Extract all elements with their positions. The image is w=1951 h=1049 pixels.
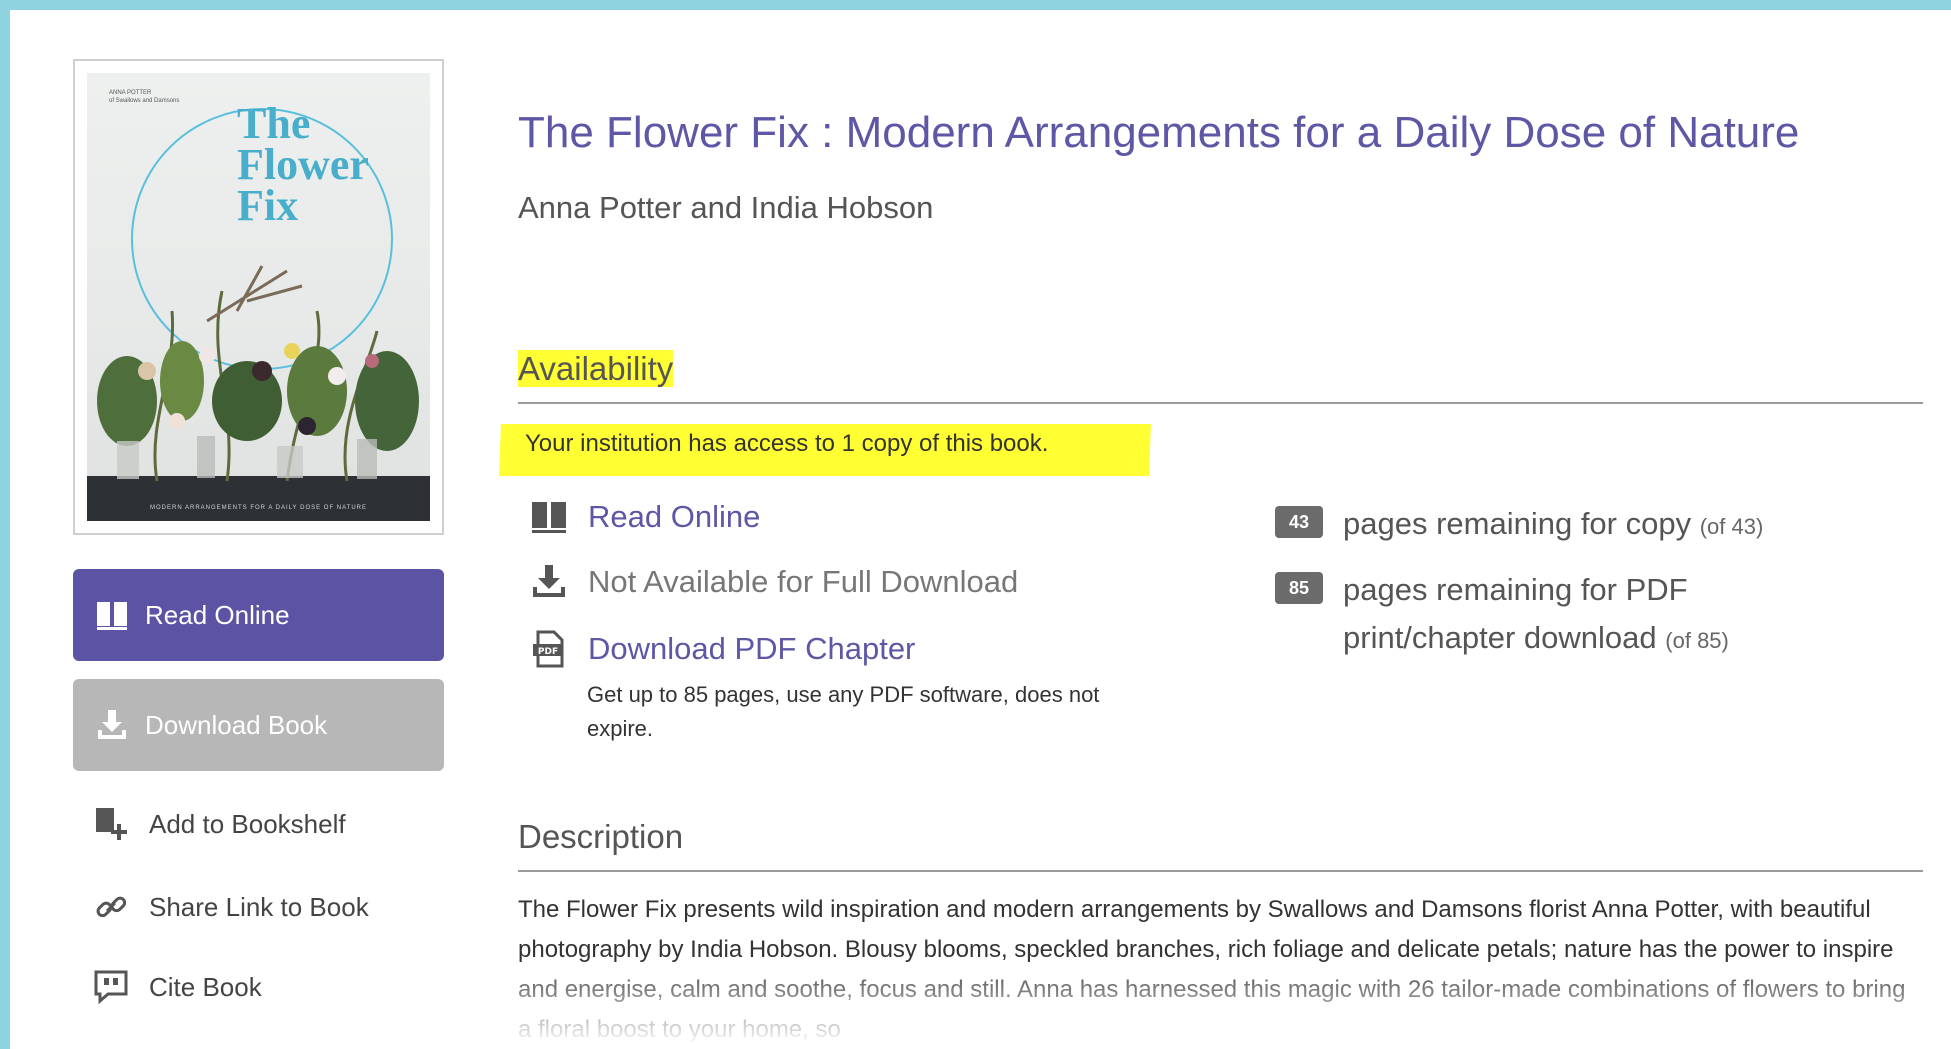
pdf-pages-badge: 85 <box>1275 572 1323 604</box>
add-bookshelf-icon <box>96 808 127 840</box>
cover-tagline: MODERN ARRANGEMENTS FOR A DAILY DOSE OF … <box>149 505 368 511</box>
cover-title-line: Fix <box>237 181 299 230</box>
pdf-pages-remaining: 85 pages remaining for PDF print/chapter… <box>1275 566 1729 665</box>
cover-byline: ANNA POTTER of Swallows and Damsons <box>109 89 179 105</box>
availability-heading-text: Availability <box>518 350 674 387</box>
book-authors[interactable]: Anna Potter and India Hobson <box>518 190 933 226</box>
availability-note: Your institution has access to 1 copy of… <box>525 430 1049 457</box>
description-divider <box>518 870 1923 872</box>
cover-image: ANNA POTTER of Swallows and Damsons The … <box>87 73 430 521</box>
availability-divider <box>518 402 1923 404</box>
cover-title: The Flower Fix <box>237 99 417 230</box>
flower-arrangement-illustration <box>87 265 430 521</box>
copy-pages-total: (of 43) <box>1699 514 1764 539</box>
cover-byline-studio: of Swallows and Damsons <box>109 98 180 104</box>
read-online-option[interactable]: Read Online <box>530 498 760 536</box>
copy-pages-badge: 43 <box>1275 506 1323 538</box>
share-link-link[interactable]: Share Link to Book <box>93 885 369 929</box>
cover-byline-author: ANNA POTTER <box>109 90 152 96</box>
cite-book-label: Cite Book <box>149 971 262 1002</box>
download-pdf-chapter-option[interactable]: PDF Download PDF Chapter <box>530 630 915 668</box>
download-book-label: Download Book <box>145 709 328 740</box>
read-online-label: Read Online <box>145 599 290 630</box>
copy-pages-remaining: 43 pages remaining for copy (of 43) <box>1275 500 1763 551</box>
description-fade-overlay <box>510 970 1930 1049</box>
download-pdf-chapter-label: Download PDF Chapter <box>588 631 916 666</box>
copy-pages-label: pages remaining for copy <box>1343 506 1692 541</box>
pdf-pages-total: (of 85) <box>1665 628 1729 653</box>
quote-bubble-icon <box>94 970 128 1005</box>
book-title: The Flower Fix : Modern Arrangements for… <box>518 108 1800 157</box>
download-icon <box>533 565 565 597</box>
svg-text:PDF: PDF <box>538 647 558 657</box>
share-link-label: Share Link to Book <box>149 891 369 922</box>
pdf-pages-text: pages remaining for PDF print/chapter do… <box>1343 566 1729 665</box>
add-to-bookshelf-label: Add to Bookshelf <box>149 808 346 839</box>
read-online-button[interactable]: Read Online <box>73 569 444 661</box>
download-icon <box>98 710 126 739</box>
pdf-pages-label-line1: pages remaining for PDF <box>1343 572 1688 607</box>
pdf-chapter-note: Get up to 85 pages, use any PDF software… <box>587 682 1100 741</box>
open-book-icon <box>97 602 127 630</box>
book-detail-page: ANNA POTTER of Swallows and Damsons The … <box>10 10 1951 1049</box>
pdf-pages-label-line2: print/chapter download <box>1343 620 1657 655</box>
cover-title-line: Flower <box>237 140 369 189</box>
description-heading: Description <box>518 818 684 855</box>
cite-book-link[interactable]: Cite Book <box>93 965 262 1009</box>
add-to-bookshelf-link[interactable]: Add to Bookshelf <box>93 802 346 846</box>
availability-heading: Availability <box>518 350 674 388</box>
copy-pages-text: pages remaining for copy (of 43) <box>1343 500 1763 551</box>
link-icon <box>96 896 127 918</box>
read-online-option-label: Read Online <box>588 499 761 534</box>
download-book-button[interactable]: Download Book <box>73 679 444 771</box>
pdf-file-icon: PDF <box>533 630 564 668</box>
open-book-icon <box>532 502 566 533</box>
cover-title-line: The <box>237 99 311 148</box>
book-cover[interactable]: ANNA POTTER of Swallows and Damsons The … <box>73 59 444 535</box>
full-download-option-label: Not Available for Full Download <box>588 564 1019 599</box>
full-download-option: Not Available for Full Download <box>530 563 1018 601</box>
